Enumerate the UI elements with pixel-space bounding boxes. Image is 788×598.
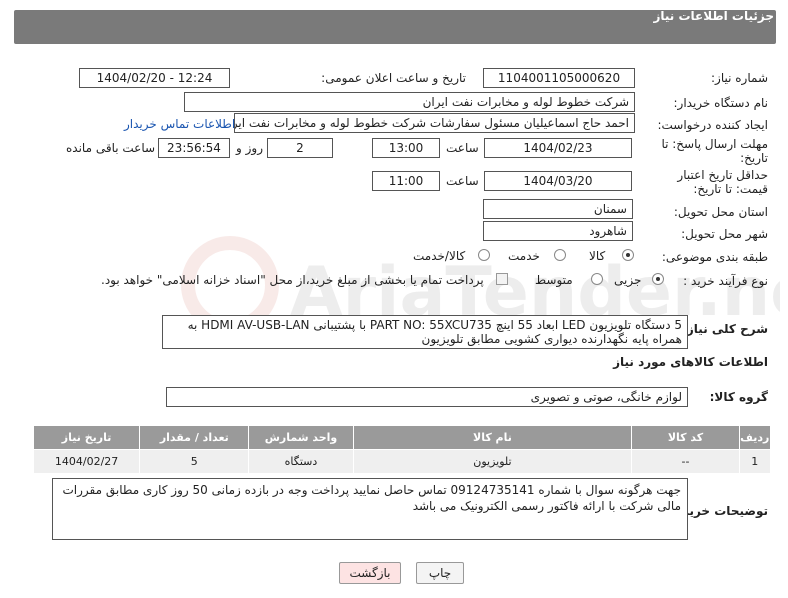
validity-time-field[interactable]: 11:00 — [372, 171, 440, 191]
validity-label: حداقل تاریخ اعتبار قیمت: تا تاریخ: — [677, 168, 768, 196]
buyer-notes-textarea[interactable]: جهت هرگونه سوال با شماره 09124735141 تما… — [52, 478, 688, 540]
category-option-service: خدمت — [508, 249, 540, 263]
category-radio-goods[interactable] — [622, 249, 634, 261]
treasury-payment-note: پرداخت تمام یا بخشی از مبلغ خرید،از محل … — [101, 273, 484, 287]
category-radio-service[interactable] — [554, 249, 566, 261]
description-textarea[interactable]: 5 دستگاه تلویزیون LED ابعاد 55 اینچ PART… — [162, 315, 688, 349]
remaining-label: ساعت باقی مانده — [66, 141, 156, 155]
category-label: طبقه بندی موضوعی: — [661, 250, 768, 264]
city-label: شهر محل تحویل: — [681, 227, 768, 241]
process-option-medium: متوسط — [535, 273, 573, 287]
buyer-label: نام دستگاه خریدار: — [673, 96, 769, 110]
announce-label: تاریخ و ساعت اعلان عمومی: — [321, 71, 466, 85]
creator-label: ایجاد کننده درخواست: — [657, 118, 768, 132]
deadline-time-label: ساعت — [446, 141, 479, 155]
days-label: روز و — [236, 141, 263, 155]
table-row[interactable]: 1 -- تلویزیون دستگاه 5 1404/02/27 — [32, 449, 772, 474]
goods-table: ردیف کد کالا نام کالا واحد شمارش تعداد /… — [32, 425, 772, 474]
description-label: شرح کلی نیاز: — [682, 322, 768, 336]
col-row: ردیف — [738, 425, 772, 450]
validity-date-field[interactable]: 1404/03/20 — [484, 171, 632, 191]
deadline-label: مهلت ارسال پاسخ: تا تاریخ: — [661, 137, 768, 165]
col-name: نام کالا — [352, 425, 633, 450]
remaining-time-field[interactable]: 23:56:54 — [158, 138, 230, 158]
back-button[interactable]: بازگشت — [339, 562, 401, 584]
cell-unit: دستگاه — [248, 449, 354, 474]
print-button[interactable]: چاپ — [416, 562, 464, 584]
cell-row: 1 — [738, 449, 772, 474]
creator-field[interactable]: احمد حاج اسماعیلیان مسئول سفارشات شرکت خ… — [234, 113, 635, 133]
category-option-goods: کالا — [589, 249, 606, 263]
goods-section-title: اطلاعات کالاهای مورد نیاز — [613, 355, 768, 369]
col-unit: واحد شمارش — [248, 425, 354, 450]
buyer-field[interactable]: شرکت خطوط لوله و مخابرات نفت ایران — [184, 92, 635, 112]
category-radio-both[interactable] — [478, 249, 490, 261]
page-title: جزئیات اطلاعات نیاز — [653, 9, 774, 23]
process-radio-medium[interactable] — [591, 273, 603, 285]
need-number-field[interactable]: 1104001105000620 — [483, 68, 635, 88]
cell-qty: 5 — [139, 449, 250, 474]
process-option-minor: جزیی — [614, 273, 642, 287]
province-label: استان محل تحویل: — [673, 205, 768, 219]
col-date: تاریخ نیاز — [32, 425, 141, 450]
province-field[interactable]: سمنان — [483, 199, 633, 219]
city-field[interactable]: شاهرود — [483, 221, 633, 241]
treasury-payment-checkbox[interactable] — [496, 273, 508, 285]
buyer-contact-link[interactable]: اطلاعات تماس خریدار — [124, 117, 235, 131]
goods-group-field[interactable]: لوازم خانگی، صوتی و تصویری — [166, 387, 688, 407]
goods-table-header: ردیف کد کالا نام کالا واحد شمارش تعداد /… — [32, 425, 772, 450]
deadline-time-field[interactable]: 13:00 — [372, 138, 440, 158]
validity-time-label: ساعت — [446, 174, 479, 188]
process-label: نوع فرآیند خرید : — [683, 274, 768, 288]
deadline-date-field[interactable]: 1404/02/23 — [484, 138, 632, 158]
cell-date: 1404/02/27 — [32, 449, 141, 474]
category-option-both: کالا/خدمت — [413, 249, 466, 263]
process-radio-minor[interactable] — [652, 273, 664, 285]
col-qty: تعداد / مقدار — [139, 425, 250, 450]
need-number-label: شماره نیاز: — [711, 71, 768, 85]
col-code: کد کالا — [631, 425, 740, 450]
cell-code: -- — [631, 449, 740, 474]
days-field[interactable]: 2 — [267, 138, 333, 158]
cell-name: تلویزیون — [352, 449, 633, 474]
goods-group-label: گروه کالا: — [709, 390, 768, 404]
announce-field[interactable]: 1404/02/20 - 12:24 — [79, 68, 230, 88]
